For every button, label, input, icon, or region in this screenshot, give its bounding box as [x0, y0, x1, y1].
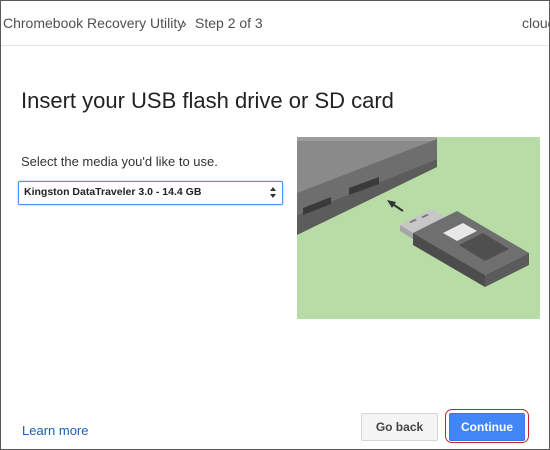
header-right-text: cloud — [522, 15, 549, 31]
go-back-button[interactable]: Go back — [361, 413, 438, 441]
learn-more-link[interactable]: Learn more — [22, 423, 88, 438]
usb-insert-illustration-icon — [297, 137, 529, 287]
media-prompt-label: Select the media you'd like to use. — [21, 154, 218, 169]
recovery-utility-window: Chromebook Recovery Utility › Step 2 of … — [0, 0, 550, 450]
select-arrows-icon — [270, 186, 278, 200]
continue-button[interactable]: Continue — [449, 413, 525, 441]
step-indicator: Step 2 of 3 — [195, 15, 263, 31]
media-select-value: Kingston DataTraveler 3.0 - 14.4 GB — [24, 186, 202, 198]
media-select-dropdown[interactable]: Kingston DataTraveler 3.0 - 14.4 GB — [18, 181, 283, 205]
page-title: Insert your USB flash drive or SD card — [21, 88, 394, 113]
breadcrumb-separator: › — [182, 15, 187, 31]
header-bar: Chromebook Recovery Utility › Step 2 of … — [1, 1, 549, 46]
app-title: Chromebook Recovery Utility — [3, 15, 185, 31]
usb-insert-illustration — [297, 137, 540, 319]
